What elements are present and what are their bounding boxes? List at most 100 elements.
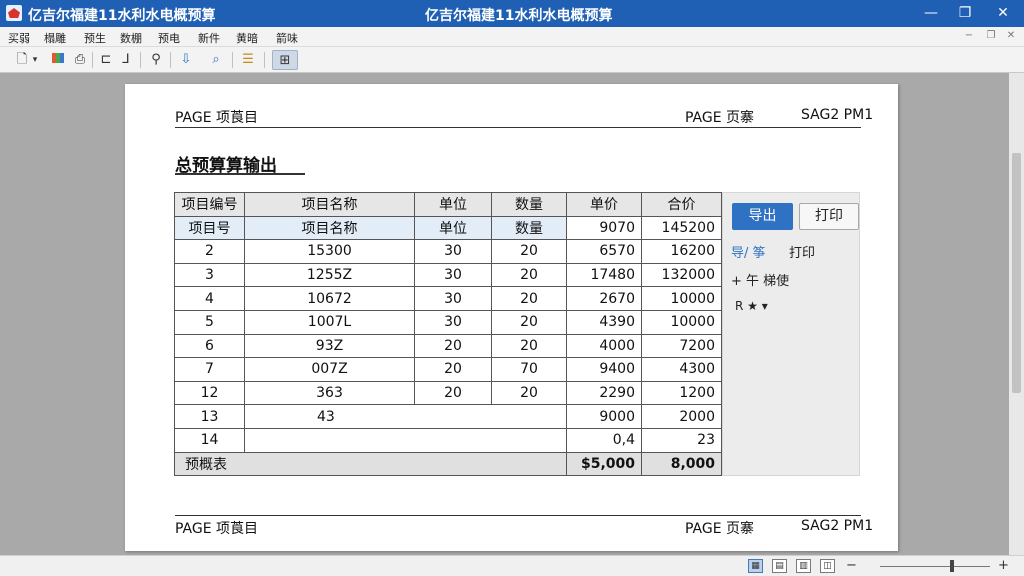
table-cell[interactable]: 12 [174, 380, 245, 406]
page-layout-icon[interactable]: ▤ [772, 559, 787, 573]
table-row[interactable]: 3 1255Z 30 20 17480 132000 [174, 262, 722, 288]
list-icon[interactable]: ☰ [238, 50, 258, 70]
table-cell[interactable]: 20 [414, 357, 492, 382]
zoom-in-icon[interactable]: + [998, 558, 1009, 573]
print-link[interactable]: 打印 [789, 242, 815, 261]
table-cell[interactable]: 30 [414, 262, 492, 288]
table-row[interactable]: 12 363 20 20 2290 1200 [174, 380, 722, 406]
col-header[interactable]: 合价 [641, 192, 722, 217]
table-cell[interactable]: 16200 [641, 239, 722, 264]
table-cell[interactable]: 单位 [414, 215, 492, 241]
table-row[interactable]: 2 15300 30 20 6570 16200 [174, 239, 722, 264]
table-cell[interactable]: 项目名称 [244, 215, 415, 241]
table-cell[interactable]: 17480 [566, 262, 642, 288]
menu-item-3[interactable]: 预生 [84, 30, 106, 46]
table-cell[interactable]: 132000 [641, 262, 722, 288]
print-icon[interactable]: ⎙ [70, 50, 90, 70]
table-cell[interactable]: 43 [244, 404, 567, 429]
col-header[interactable]: 单价 [566, 192, 642, 217]
vertical-scrollbar[interactable] [1009, 73, 1024, 555]
table-row[interactable]: 6 93Z 20 20 4000 7200 [174, 333, 722, 359]
restore-button[interactable]: ❐ [950, 2, 980, 24]
link-icon[interactable]: ⚲ [146, 50, 166, 70]
table-cell[interactable]: 10000 [641, 309, 722, 335]
table-cell[interactable]: 20 [414, 380, 492, 406]
custom-view-icon[interactable]: ◫ [820, 559, 835, 573]
table-cell[interactable]: 10000 [641, 286, 722, 311]
table-row[interactable]: 14 0,4 23 [174, 427, 722, 453]
table-cell[interactable]: 9400 [566, 357, 642, 382]
indent-icon[interactable]: ⅃ [116, 50, 136, 70]
table-cell[interactable]: 20 [491, 262, 567, 288]
table-cell[interactable]: 23 [641, 427, 722, 453]
add-link[interactable]: + 午 梯使 [731, 270, 789, 289]
export-link[interactable]: 导/ 筝 [731, 242, 766, 261]
menu-item-7[interactable]: 黄暗 [236, 30, 258, 46]
minimize-button[interactable]: — [916, 2, 946, 24]
table-cell[interactable]: 2670 [566, 286, 642, 311]
table-cell[interactable]: 20 [491, 239, 567, 264]
total-amount[interactable]: 8,000 [641, 451, 722, 477]
sort-icon[interactable]: ⇩ [176, 50, 196, 70]
page-break-icon[interactable]: ▥ [796, 559, 811, 573]
normal-view-icon[interactable]: ▦ [748, 559, 763, 573]
table-cell[interactable]: 4 [174, 286, 245, 311]
menu-item-5[interactable]: 预电 [158, 30, 180, 46]
doc-minimize-icon[interactable]: − [962, 30, 976, 41]
table-cell[interactable]: 数量 [491, 215, 567, 241]
export-button[interactable]: 导出 [732, 203, 793, 230]
print-button[interactable]: 打印 [799, 203, 859, 230]
table-cell[interactable]: 9070 [566, 215, 642, 241]
doc-restore-icon[interactable]: ❐ [984, 30, 998, 41]
table-cell[interactable]: 007Z [244, 357, 415, 382]
new-dropdown-icon[interactable]: ▾ [30, 50, 40, 70]
menu-item-8[interactable]: 箭味 [276, 30, 298, 46]
table-cell[interactable]: 1255Z [244, 262, 415, 288]
table-row[interactable]: 4 10672 30 20 2670 10000 [174, 286, 722, 311]
table-cell[interactable]: 10672 [244, 286, 415, 311]
table-cell[interactable]: 9000 [566, 404, 642, 429]
search-icon[interactable]: ⌕ [206, 50, 226, 70]
zoom-out-icon[interactable]: − [846, 558, 857, 573]
table-cell[interactable]: 2000 [641, 404, 722, 429]
table-cell[interactable]: 项目号 [174, 215, 245, 241]
zoom-slider[interactable] [880, 566, 990, 567]
scroll-thumb[interactable] [1012, 153, 1021, 393]
table-cell[interactable]: 14 [174, 427, 245, 453]
table-cell[interactable]: 20 [491, 333, 567, 359]
doc-close-icon[interactable]: ✕ [1004, 30, 1018, 41]
view-toggle-icon[interactable]: ⊞ [272, 50, 298, 70]
table-cell[interactable]: 20 [491, 309, 567, 335]
table-row[interactable]: 项目号 项目名称 单位 数量 9070 145200 [174, 215, 722, 241]
align-left-icon[interactable]: ⊏ [96, 50, 116, 70]
filter-dropdown[interactable]: R ★ ▾ [735, 299, 768, 313]
col-header[interactable]: 单位 [414, 192, 492, 217]
table-cell[interactable]: 4390 [566, 309, 642, 335]
table-cell[interactable]: 3 [174, 262, 245, 288]
app-logo-icon[interactable] [6, 5, 22, 21]
table-total-row[interactable]: 预概表 $5,000 8,000 [174, 451, 722, 477]
menu-item-6[interactable]: 新件 [198, 30, 220, 46]
table-cell[interactable]: 15300 [244, 239, 415, 264]
zoom-slider-thumb[interactable] [950, 560, 954, 572]
table-cell[interactable]: 20 [414, 333, 492, 359]
table-cell[interactable]: 30 [414, 286, 492, 311]
menu-item-1[interactable]: 买弱 [8, 30, 30, 46]
table-cell[interactable]: 2 [174, 239, 245, 264]
new-file-icon[interactable]: 🗋 [12, 50, 32, 70]
table-cell[interactable]: 4000 [566, 333, 642, 359]
table-cell[interactable]: 5 [174, 309, 245, 335]
table-cell[interactable]: 30 [414, 309, 492, 335]
col-header[interactable]: 数量 [491, 192, 567, 217]
table-cell[interactable]: 93Z [244, 333, 415, 359]
table-cell[interactable]: 30 [414, 239, 492, 264]
table-row[interactable]: 7 007Z 20 70 9400 4300 [174, 357, 722, 382]
table-row[interactable]: 5 1007L 30 20 4390 10000 [174, 309, 722, 335]
table-cell[interactable]: 6 [174, 333, 245, 359]
menu-item-4[interactable]: 数棚 [120, 30, 142, 46]
table-cell[interactable]: 70 [491, 357, 567, 382]
col-header[interactable]: 项目编号 [174, 192, 245, 217]
table-cell[interactable]: 363 [244, 380, 415, 406]
open-icon[interactable] [48, 50, 68, 70]
table-cell[interactable]: 0,4 [566, 427, 642, 453]
